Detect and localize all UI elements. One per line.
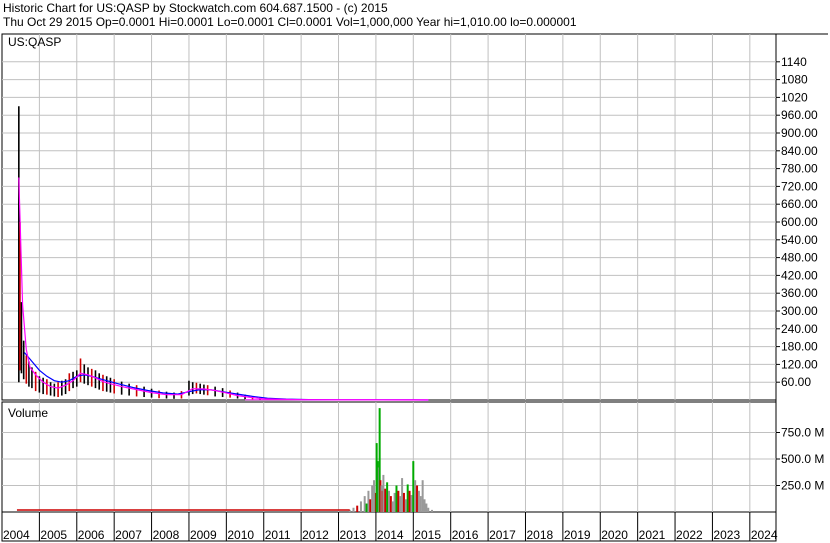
volume-bar (431, 509, 433, 512)
volume-bar (401, 478, 404, 512)
volume-tick-label: 750.0 M (781, 426, 824, 440)
x-tick-label: 2013 (340, 528, 367, 542)
x-tick-label: 2020 (601, 528, 628, 542)
y-tick-label: 1020 (781, 90, 808, 104)
price-panel-title: US:QASP (8, 35, 61, 49)
y-tick-label: 180.00 (781, 340, 818, 354)
volume-bar (393, 492, 396, 512)
x-tick-label: 2009 (190, 528, 217, 542)
y-tick-label: 960.00 (781, 108, 818, 122)
volume-bar (404, 499, 407, 512)
x-tick-label: 2005 (40, 528, 67, 542)
y-tick-label: 480.00 (781, 251, 818, 265)
volume-bar (388, 490, 390, 512)
volume-panel-title: Volume (8, 406, 48, 420)
volume-bar (410, 495, 413, 512)
volume-bar (414, 480, 417, 512)
volume-bar (386, 482, 389, 512)
y-tick-label: 360.00 (781, 286, 818, 300)
x-tick-label: 2004 (3, 528, 30, 542)
volume-bar (419, 496, 422, 512)
x-tick-label: 2015 (414, 528, 441, 542)
volume-bar (359, 501, 362, 512)
x-tick-label: 2018 (526, 528, 553, 542)
volume-bar (382, 474, 385, 512)
chart-header: Historic Chart for US:QASP by Stockwatch… (0, 0, 830, 30)
header-title: Historic Chart for US:QASP by Stockwatch… (3, 1, 388, 15)
y-tick-label: 60.00 (781, 375, 811, 389)
volume-bar (421, 480, 424, 512)
x-tick-label: 2021 (639, 528, 666, 542)
header-quote: Thu Oct 29 2015 Op=0.0001 Hi=0.0001 Lo=0… (3, 15, 577, 29)
price-volume-chart: 2004 2005 2006 2007 2008 2009 2010 2011 2012 2013… (1, 33, 828, 542)
volume-bar (416, 485, 419, 512)
x-tick-label: 2024 (751, 528, 778, 542)
y-tick-label: 1080 (781, 73, 808, 87)
y-tick-label: 300.00 (781, 304, 818, 318)
y-tick-label: 1140 (781, 55, 807, 69)
price-panel (1, 33, 777, 401)
x-tick-label: 2016 (452, 528, 479, 542)
y-tick-label: 540.00 (781, 233, 818, 247)
x-tick-label: 2017 (489, 528, 516, 542)
x-tick-label: 2008 (153, 528, 180, 542)
volume-bar (406, 484, 409, 512)
x-tick-label: 2011 (265, 528, 291, 542)
x-tick-label: 2006 (78, 528, 105, 542)
volume-tick-label: 500.0 M (781, 452, 824, 466)
x-tick-label: 2014 (377, 528, 404, 542)
volume-bar (371, 485, 374, 512)
volume-bar (367, 490, 370, 512)
volume-tick-label: 250.0 M (781, 479, 824, 493)
y-tick-label: 120.00 (781, 357, 818, 371)
volume-bar (417, 490, 420, 512)
x-tick-label: 2010 (227, 528, 254, 542)
volume-bar (363, 496, 366, 512)
x-tick-label: 2012 (302, 528, 329, 542)
volume-bar (352, 507, 355, 512)
y-tick-label: 840.00 (781, 144, 818, 158)
volume-bar (412, 461, 415, 512)
y-tick-label: 240.00 (781, 322, 818, 336)
x-tick-label: 2007 (115, 528, 142, 542)
x-tick-label: 2019 (564, 528, 591, 542)
volume-bar (399, 496, 402, 512)
volume-bar (391, 501, 394, 512)
volume-bar (395, 485, 398, 512)
y-tick-label: 600.00 (781, 215, 818, 229)
volume-bar (389, 496, 392, 512)
volume-bar (369, 499, 372, 512)
x-tick-label: 2023 (713, 528, 740, 542)
y-tick-label: 780.00 (781, 162, 818, 176)
volume-bar (425, 503, 428, 512)
volume-bar (365, 503, 368, 512)
y-tick-label: 660.00 (781, 197, 818, 211)
volume-bar (397, 490, 400, 512)
x-tick-label: 2022 (676, 528, 703, 542)
volume-bar (402, 492, 405, 512)
volume-bar (384, 488, 387, 512)
volume-bar (373, 480, 376, 512)
y-tick-label: 720.00 (781, 179, 818, 193)
volume-bar (356, 505, 359, 512)
y-tick-label: 420.00 (781, 268, 818, 282)
volume-bar (427, 507, 430, 512)
volume-bar (408, 490, 411, 512)
y-tick-label: 900.00 (781, 126, 818, 140)
volume-bar (423, 499, 426, 512)
